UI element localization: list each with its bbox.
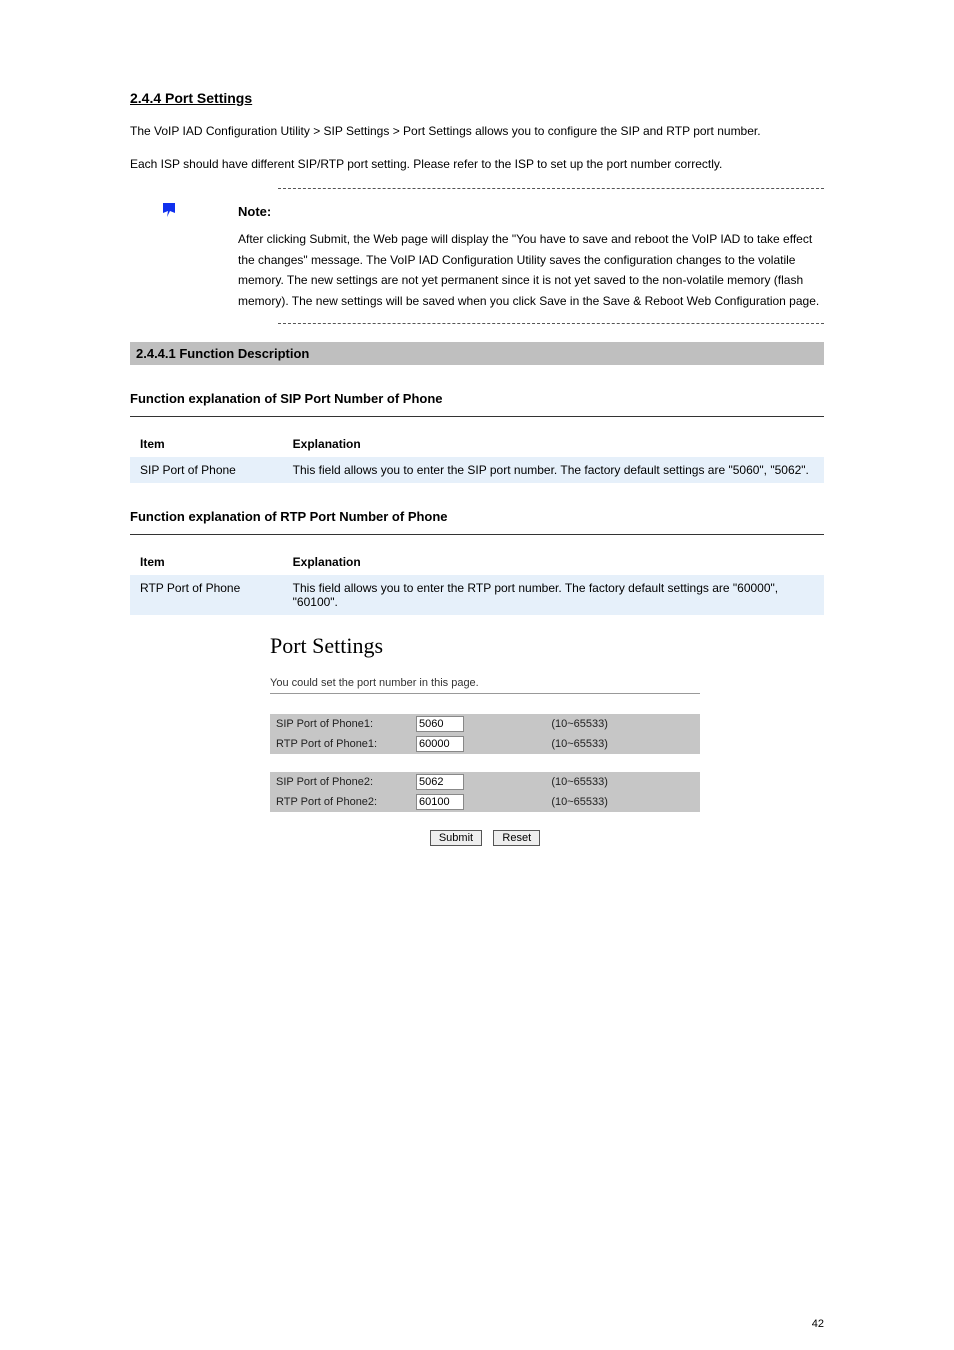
- sip-port-phone2-range: (10~65533): [545, 772, 700, 792]
- func1-title: Function explanation of SIP Port Number …: [130, 391, 824, 406]
- rtp-port-phone2-range: (10~65533): [545, 792, 700, 812]
- func1-table: Item Explanation SIP Port of Phone This …: [130, 431, 824, 483]
- port-table-2: SIP Port of Phone2: (10~65533) RTP Port …: [270, 772, 700, 812]
- note-text: After clicking Submit, the Web page will…: [238, 229, 824, 311]
- sip-port-phone1-range: (10~65533): [545, 714, 700, 734]
- rtp-port-phone2-input[interactable]: [416, 794, 464, 810]
- table-row: SIP Port of Phone1: (10~65533): [270, 714, 700, 734]
- table-row: RTP Port of Phone1: (10~65533): [270, 734, 700, 754]
- rule-2: [130, 534, 824, 535]
- reset-button[interactable]: Reset: [493, 830, 540, 846]
- intro-paragraph-1: The VoIP IAD Configuration Utility > SIP…: [130, 122, 824, 141]
- separator-bottom: [278, 323, 824, 324]
- func2-title: Function explanation of RTP Port Number …: [130, 509, 824, 524]
- rtp-port-phone1-input[interactable]: [416, 736, 464, 752]
- func2-item: RTP Port of Phone: [130, 575, 283, 615]
- port-settings-screenshot: Port Settings You could set the port num…: [270, 633, 700, 846]
- table-row: SIP Port of Phone2: (10~65533): [270, 772, 700, 792]
- page-number: 42: [812, 1318, 824, 1330]
- func1-exp: This field allows you to enter the SIP p…: [283, 457, 824, 483]
- rtp-port-phone1-range: (10~65533): [545, 734, 700, 754]
- rule-1: [130, 416, 824, 417]
- port-table-1: SIP Port of Phone1: (10~65533) RTP Port …: [270, 714, 700, 754]
- sip-port-phone2-label: SIP Port of Phone2:: [270, 772, 410, 792]
- table-header-exp-2: Explanation: [283, 549, 824, 575]
- rtp-port-phone2-label: RTP Port of Phone2:: [270, 792, 410, 812]
- shot-subtitle: You could set the port number in this pa…: [270, 677, 700, 689]
- subsection-title: 2.4.4.1 Function Description: [130, 342, 824, 365]
- shot-title: Port Settings: [270, 633, 700, 659]
- note-title: Note:: [238, 201, 271, 223]
- table-header-item: Item: [130, 431, 283, 457]
- table-header-exp: Explanation: [283, 431, 824, 457]
- table-row: RTP Port of Phone2: (10~65533): [270, 792, 700, 812]
- func2-exp: This field allows you to enter the RTP p…: [283, 575, 824, 615]
- separator-top: [278, 188, 824, 189]
- section-title: 2.4.4 Port Settings: [130, 90, 824, 106]
- sip-port-phone2-input[interactable]: [416, 774, 464, 790]
- shot-rule: [270, 693, 700, 694]
- table-header-item-2: Item: [130, 549, 283, 575]
- submit-button[interactable]: Submit: [430, 830, 482, 846]
- sip-port-phone1-input[interactable]: [416, 716, 464, 732]
- rtp-port-phone1-label: RTP Port of Phone1:: [270, 734, 410, 754]
- note-block: Note: After clicking Submit, the Web pag…: [160, 201, 824, 311]
- intro-paragraph-2: Each ISP should have different SIP/RTP p…: [130, 155, 824, 174]
- func1-item: SIP Port of Phone: [130, 457, 283, 483]
- func2-table: Item Explanation RTP Port of Phone This …: [130, 549, 824, 615]
- sip-port-phone1-label: SIP Port of Phone1:: [270, 714, 410, 734]
- note-icon: [160, 201, 178, 219]
